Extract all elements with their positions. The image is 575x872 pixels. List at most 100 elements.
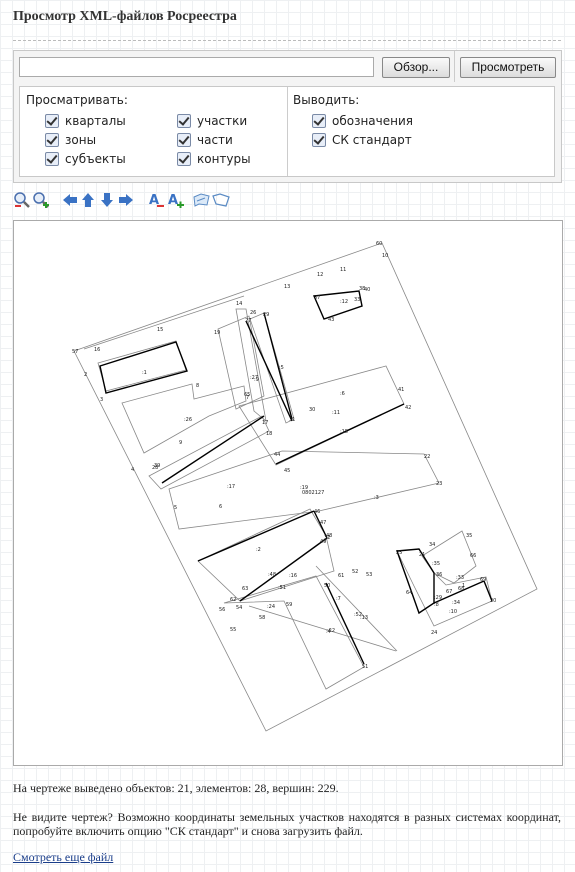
vertex-label: :5 <box>279 365 284 371</box>
vertex-label: 32 <box>324 535 330 541</box>
hint-text: Не видите чертеж? Возможно координаты зе… <box>13 810 561 838</box>
upload-form: Обзор... Просмотреть Просматривать: квар… <box>13 50 562 183</box>
checkbox-checked-icon[interactable] <box>177 133 191 147</box>
vertex-label: 8 <box>196 383 199 389</box>
checkbox-checked-icon[interactable] <box>312 114 326 128</box>
vertex-label: 60 <box>376 241 382 247</box>
vertex-label: 22 <box>424 454 430 460</box>
vertex-label: 17 <box>262 420 268 426</box>
vertex-label: 16 <box>94 347 100 353</box>
vertex-label: 69 <box>480 577 486 583</box>
file-row: Обзор... <box>19 57 456 79</box>
cadastral-drawing[interactable]: 60 10 11 12 13 14 15 16 57 2 3 4 5 6 7 8… <box>13 220 563 766</box>
vertex-label: 59 <box>286 602 292 608</box>
title-divider <box>13 40 561 41</box>
arrow-up-icon[interactable] <box>79 191 97 209</box>
arrow-right-icon[interactable] <box>117 191 135 209</box>
view-another-file-link[interactable]: Смотреть еще файл <box>13 850 113 865</box>
checkbox-label: части <box>197 133 233 147</box>
vertex-label: 25 <box>396 550 402 556</box>
vertex-label: :10 <box>449 609 457 615</box>
vertex-label: 55 <box>230 627 236 633</box>
vertex-label: 15 <box>157 327 163 333</box>
vertex-label: :26 <box>184 417 192 423</box>
vertex-label: 24 <box>431 630 437 636</box>
vertex-label: 29 <box>263 312 269 318</box>
vertex-label: :29 <box>434 595 442 601</box>
vertex-label: 6 <box>219 504 222 510</box>
map-icon[interactable] <box>212 191 230 209</box>
vertex-label: 33 <box>354 297 360 303</box>
vertex-label: 11 <box>340 267 346 273</box>
vertex-label: 42 <box>405 405 411 411</box>
vertex-label: 26 <box>250 310 256 316</box>
browse-button[interactable]: Обзор... <box>382 57 450 78</box>
vertex-label: 10 <box>382 253 388 259</box>
checkbox-checked-icon[interactable] <box>45 152 59 166</box>
vertex-label: 63 <box>242 586 248 592</box>
vertex-label: 66 <box>470 553 476 559</box>
label-add-icon[interactable]: A <box>167 191 185 209</box>
vertex-label: 56 <box>219 607 225 613</box>
vertex-label: :19 <box>300 485 308 491</box>
view-button[interactable]: Просмотреть <box>460 57 556 78</box>
arrow-left-icon[interactable] <box>61 191 79 209</box>
vertex-label: :7 <box>336 596 341 602</box>
file-input[interactable] <box>19 57 374 77</box>
vertex-label: 44 <box>274 452 280 458</box>
checkbox-checked-icon[interactable] <box>177 152 191 166</box>
vertex-label: 46 <box>314 509 320 515</box>
checkbox-checked-icon[interactable] <box>312 133 326 147</box>
vertex-label: 52 <box>352 569 358 575</box>
vertex-label: :6 <box>340 391 345 397</box>
checkbox-label: субъекты <box>65 152 126 166</box>
vertex-label: 43 <box>328 317 334 323</box>
vertex-label: 39 <box>154 463 160 469</box>
vertex-label: 4 <box>131 467 134 473</box>
label-remove-icon[interactable]: A <box>148 191 166 209</box>
checkbox-checked-icon[interactable] <box>177 114 191 128</box>
vertex-label: 40 <box>364 287 370 293</box>
checkbox-checked-icon[interactable] <box>45 114 59 128</box>
vertex-label: 37 <box>314 295 320 301</box>
vertex-label: :12 <box>340 299 348 305</box>
vertex-label: 41 <box>398 387 404 393</box>
vertex-label: 58 <box>259 615 265 621</box>
vertex-label: :52 <box>354 612 362 618</box>
map-print-icon[interactable] <box>193 191 211 209</box>
vertex-label: 53 <box>366 572 372 578</box>
vertex-label: :11 <box>332 410 340 416</box>
form-divider <box>454 51 455 82</box>
checkbox-label: кварталы <box>65 114 126 128</box>
checkbox-checked-icon[interactable] <box>45 133 59 147</box>
vertex-label: 31 <box>289 417 295 423</box>
output-group-title: Выводить: <box>293 93 360 107</box>
zoom-in-icon[interactable] <box>32 191 50 209</box>
vertex-label: :1 <box>142 370 147 376</box>
vertex-label: 19 <box>214 330 220 336</box>
vertex-label: 45 <box>284 468 290 474</box>
zoom-out-icon[interactable] <box>13 191 31 209</box>
vertex-label: 5 <box>174 505 177 511</box>
vertex-label: 54 <box>236 605 242 611</box>
arrow-down-icon[interactable] <box>98 191 116 209</box>
vertex-label: :2 <box>256 547 261 553</box>
svg-text:A: A <box>168 193 178 208</box>
vertex-label: :22 <box>327 628 335 634</box>
options-panel: Просматривать: кварталы зоны субъекты уч… <box>19 86 555 177</box>
vertex-label: :33 <box>456 575 464 581</box>
vertex-label: :17 <box>227 484 235 490</box>
vertex-label: :15 <box>340 429 348 435</box>
vertex-label: :8 <box>434 602 439 608</box>
vertex-label: 50 <box>324 583 330 589</box>
vertex-label: 20 <box>490 598 496 604</box>
vertex-label: :27 <box>250 375 258 381</box>
drawing-canvas: 60 10 11 12 13 14 15 16 57 2 3 4 5 6 7 8… <box>72 241 538 732</box>
vertex-label: 9 <box>179 440 182 446</box>
page-title: Просмотр XML-файлов Росреестра <box>13 9 237 24</box>
vertex-label: 65 <box>244 392 250 398</box>
vertex-label: 1 <box>462 583 465 589</box>
checkbox-label: контуры <box>197 152 251 166</box>
vertex-label: :16 <box>289 573 297 579</box>
options-divider <box>287 87 288 176</box>
